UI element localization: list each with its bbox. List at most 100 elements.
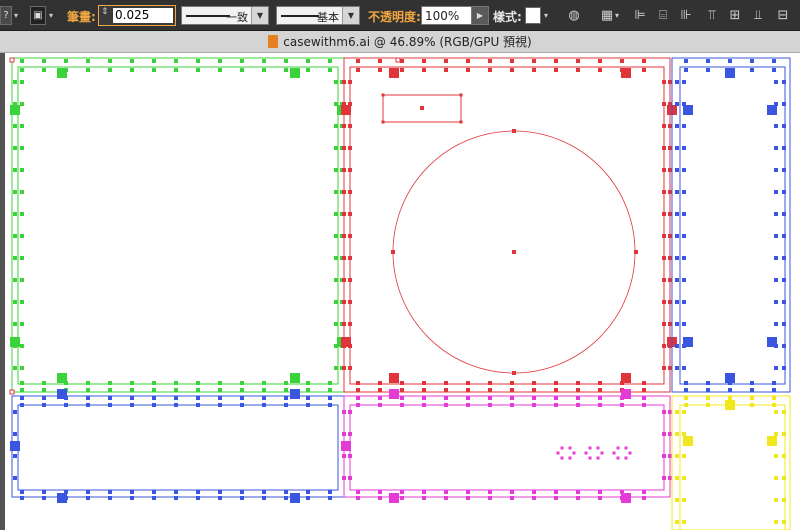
anchor-point[interactable] xyxy=(532,59,536,63)
anchor-point[interactable] xyxy=(675,476,679,480)
anchor-point[interactable] xyxy=(328,59,332,63)
anchor-point[interactable] xyxy=(584,451,588,455)
anchor-point[interactable] xyxy=(334,190,338,194)
anchor-point[interactable] xyxy=(400,403,404,407)
anchor-point[interactable] xyxy=(782,212,786,216)
anchor-point[interactable] xyxy=(356,388,360,392)
anchor-point[interactable] xyxy=(532,496,536,500)
anchor-point[interactable] xyxy=(196,388,200,392)
anchor-point[interactable] xyxy=(576,68,580,72)
anchor-point[interactable] xyxy=(682,234,686,238)
anchor-point[interactable] xyxy=(381,120,385,124)
anchor-point[interactable] xyxy=(774,256,778,260)
anchor-point[interactable] xyxy=(348,278,352,282)
anchor-point[interactable] xyxy=(642,381,646,385)
anchor-handle[interactable] xyxy=(57,389,67,399)
anchor-point[interactable] xyxy=(576,403,580,407)
anchor-point[interactable] xyxy=(13,410,17,414)
anchor-point[interactable] xyxy=(174,490,178,494)
anchor-point[interactable] xyxy=(642,396,646,400)
anchor-handle[interactable] xyxy=(57,493,67,503)
anchor-point[interactable] xyxy=(334,124,338,128)
anchor-point[interactable] xyxy=(20,496,24,500)
anchor-point[interactable] xyxy=(512,129,516,133)
align-left-icon[interactable]: ⊫ xyxy=(631,7,649,24)
anchor-point[interactable] xyxy=(774,300,778,304)
anchor-point[interactable] xyxy=(682,454,686,458)
anchor-point[interactable] xyxy=(728,396,732,400)
anchor-point[interactable] xyxy=(675,520,679,524)
anchor-point[interactable] xyxy=(444,490,448,494)
anchor-point[interactable] xyxy=(284,396,288,400)
anchor-point[interactable] xyxy=(86,396,90,400)
anchor-point[interactable] xyxy=(342,212,346,216)
anchor-point[interactable] xyxy=(174,396,178,400)
anchor-point[interactable] xyxy=(488,396,492,400)
anchor-point[interactable] xyxy=(86,490,90,494)
anchor-point[interactable] xyxy=(675,498,679,502)
anchor-point[interactable] xyxy=(356,68,360,72)
anchor-point[interactable] xyxy=(682,146,686,150)
red-panel-outer[interactable] xyxy=(343,57,671,393)
anchor-point[interactable] xyxy=(306,59,310,63)
anchor-handle[interactable] xyxy=(341,441,351,451)
anchor-point[interactable] xyxy=(240,68,244,72)
anchor-point[interactable] xyxy=(13,168,17,172)
distribute-icon[interactable]: ⊟ xyxy=(774,7,792,24)
anchor-point[interactable] xyxy=(108,59,112,63)
anchor-point[interactable] xyxy=(598,59,602,63)
anchor-point[interactable] xyxy=(20,322,24,326)
anchor-point[interactable] xyxy=(532,68,536,72)
anchor-point[interactable] xyxy=(444,403,448,407)
anchor-point[interactable] xyxy=(86,496,90,500)
anchor-point[interactable] xyxy=(400,68,404,72)
anchor-point[interactable] xyxy=(568,446,572,450)
anchor-point[interactable] xyxy=(20,102,24,106)
anchor-point[interactable] xyxy=(706,59,710,63)
anchor-point[interactable] xyxy=(684,68,688,72)
anchor-point[interactable] xyxy=(782,322,786,326)
anchor-point[interactable] xyxy=(444,68,448,72)
anchor-point[interactable] xyxy=(42,68,46,72)
anchor-point[interactable] xyxy=(262,381,266,385)
anchor-point[interactable] xyxy=(240,490,244,494)
anchor-point[interactable] xyxy=(682,124,686,128)
anchor-point[interactable] xyxy=(668,124,672,128)
anchor-point[interactable] xyxy=(774,322,778,326)
anchor-handle[interactable] xyxy=(725,373,735,383)
anchor-point[interactable] xyxy=(598,396,602,400)
anchor-point[interactable] xyxy=(444,388,448,392)
anchor-point[interactable] xyxy=(782,80,786,84)
anchor-point[interactable] xyxy=(130,396,134,400)
anchor-point[interactable] xyxy=(662,124,666,128)
anchor-point[interactable] xyxy=(774,432,778,436)
anchor-point[interactable] xyxy=(348,300,352,304)
anchor-point[interactable] xyxy=(422,388,426,392)
anchor-point[interactable] xyxy=(634,250,638,254)
anchor-point[interactable] xyxy=(772,68,776,72)
anchor-point[interactable] xyxy=(152,388,156,392)
anchor-point[interactable] xyxy=(422,496,426,500)
anchor-point[interactable] xyxy=(13,476,17,480)
anchor-point[interactable] xyxy=(422,403,426,407)
anchor-point[interactable] xyxy=(334,322,338,326)
anchor-point[interactable] xyxy=(20,278,24,282)
anchor-point[interactable] xyxy=(108,68,112,72)
anchor-point[interactable] xyxy=(218,403,222,407)
anchor-point[interactable] xyxy=(334,300,338,304)
anchor-point[interactable] xyxy=(510,403,514,407)
fill-stroke-icon[interactable]: ▣ xyxy=(30,6,46,25)
opacity-value[interactable]: 100% xyxy=(425,9,459,23)
anchor-point[interactable] xyxy=(86,403,90,407)
anchor-point[interactable] xyxy=(20,80,24,84)
anchor-point[interactable] xyxy=(130,496,134,500)
anchor-point[interactable] xyxy=(328,68,332,72)
anchor-point[interactable] xyxy=(334,366,338,370)
anchor-point[interactable] xyxy=(684,396,688,400)
anchor-point[interactable] xyxy=(342,432,346,436)
anchor-point[interactable] xyxy=(510,381,514,385)
anchor-point[interactable] xyxy=(20,366,24,370)
anchor-point[interactable] xyxy=(782,146,786,150)
anchor-point[interactable] xyxy=(774,476,778,480)
anchor-handle[interactable] xyxy=(57,68,67,78)
